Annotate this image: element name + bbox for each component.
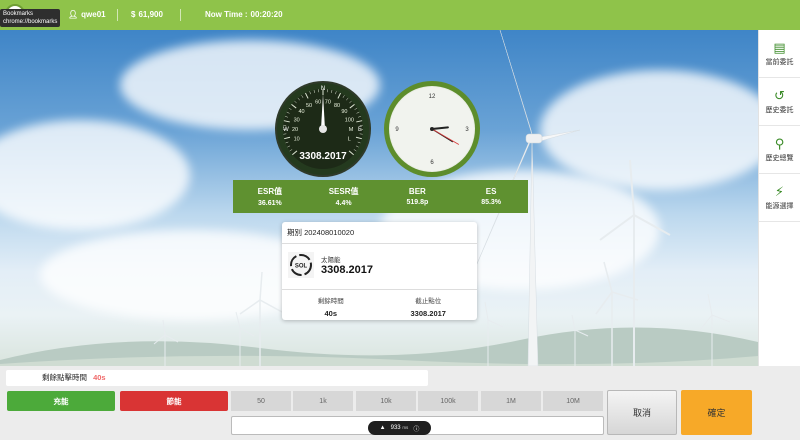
save-energy-button[interactable]: 節能 [120, 391, 228, 411]
period-label: 期別 [287, 228, 302, 237]
cutoff-point: 截止點位 3308.2017 [380, 295, 478, 318]
compass-north-label: N [321, 86, 325, 92]
compass-west-label: W [283, 127, 289, 133]
amount-button-1k[interactable]: 1k [293, 391, 353, 411]
gauge-dial: 10 20 30 405060 708090 100 ML N E W [275, 81, 371, 177]
sidebar-item-label: 歷史委託 [765, 106, 794, 114]
amount-button-10m[interactable]: 10M [543, 391, 603, 411]
clock-hub [430, 127, 434, 131]
tooltip-title: Bookmarks [3, 11, 34, 17]
gauge-scale-label: M [349, 127, 354, 133]
user-icon: 👤︎ [68, 10, 79, 19]
clock-label-12: 12 [429, 94, 436, 100]
card-header: 期別 202408010020 [282, 222, 477, 244]
metric-label: SESR值 [328, 187, 359, 196]
metric-label: ES [485, 187, 497, 196]
sidebar-item-order-history[interactable]: ↺ 歷史委託 [759, 78, 800, 126]
solar-logo-icon: SOL [288, 252, 314, 278]
sidebar-item-label: 當前委託 [765, 58, 794, 66]
gauge-scale-label: 90 [341, 109, 347, 115]
dollar-icon: $ [131, 10, 136, 19]
performance-overlay: ▲ 933 ms ⓘ [368, 421, 431, 435]
logo-text: SOL [295, 264, 308, 270]
energy-gauge: 10 20 30 40 50 60 70 80 90 100 M L N E W 3308.2017 [274, 80, 372, 178]
lightning-icon: ⚡ [774, 183, 785, 199]
countdown-label: 剩餘點擊時間 [42, 373, 87, 382]
amount-button-100k[interactable]: 100k [418, 391, 478, 411]
remaining-value: 40s [324, 309, 337, 318]
top-bar: Bookmarks chrome://bookmarks 👤︎ qwe01 $ … [0, 0, 800, 30]
perf-value: 933 ms [390, 425, 409, 431]
balance-info: $ 61,900 [131, 0, 163, 30]
gauge-scale-label: 10 [294, 137, 300, 143]
gauge-scale-label: 30 [294, 117, 300, 123]
sidebar-item-history-overview[interactable]: ⚲ 歷史總覽 [759, 126, 800, 174]
gauge-hub [319, 125, 327, 133]
cutoff-label: 截止點位 [415, 298, 442, 305]
gauge-scale-label: 60 [315, 99, 321, 105]
metric-label: BER [408, 187, 426, 196]
username: qwe01 [81, 10, 106, 19]
amount-button-10k[interactable]: 10k [356, 391, 416, 411]
charge-button[interactable]: 充能 [7, 391, 115, 411]
clipboard-icon: ▤ [773, 39, 786, 55]
energy-type: 太陽能 [321, 257, 341, 264]
remaining-label: 剩餘時間 [317, 298, 344, 305]
metric-value: 519.8p [406, 199, 429, 206]
right-sidebar: ▤ 當前委託 ↺ 歷史委託 ⚲ 歷史總覽 ⚡ 能源選擇 [758, 30, 800, 366]
compass-east-label: E [358, 127, 362, 133]
remaining-time: 剩餘時間 40s [282, 295, 380, 318]
metric-ber: BER 519.8p [381, 180, 455, 213]
metric-value: 85.3% [481, 199, 502, 206]
cancel-button[interactable]: 取消 [607, 390, 677, 435]
metric-sesr: SESR值 4.4% [307, 180, 381, 213]
map-pin-icon: ⚲ [774, 135, 785, 151]
time-info: Now Time : 00:20:20 [205, 0, 283, 30]
gauge-scale-label: 20 [292, 127, 298, 133]
period-info-card: 期別 202408010020 SOL 太陽能 3308.2017 剩餘時間 4… [282, 222, 477, 320]
time-value: 00:20:20 [250, 10, 283, 19]
click-countdown: 剩餘點擊時間 40s [6, 370, 428, 386]
amount-button-50[interactable]: 50 [231, 391, 291, 411]
gauge-readout: 3308.2017 [299, 151, 347, 162]
header-divider [117, 9, 118, 21]
history-icon: ↺ [774, 87, 785, 103]
gauge-scale-label: L [348, 137, 351, 143]
info-icon: ⓘ [413, 426, 420, 433]
time-label: Now Time : [205, 10, 248, 19]
sidebar-item-label: 歷史總覽 [765, 154, 794, 162]
mountain-icon: ▲ [379, 425, 386, 431]
sidebar-item-label: 能源選擇 [765, 202, 794, 210]
analog-clock: 12 3 6 9 [383, 80, 481, 178]
metric-es: ES 85.3% [454, 180, 528, 213]
gauge-scale-label: 40 [298, 109, 304, 115]
gauge-scale-label: 100 [345, 117, 354, 123]
bookmarks-tooltip: Bookmarks chrome://bookmarks [0, 9, 60, 27]
countdown-value: 40s [93, 373, 106, 382]
balance-value: 61,900 [138, 10, 163, 19]
amount-button-1m[interactable]: 1M [481, 391, 541, 411]
energy-value: 3308.2017 [321, 264, 373, 276]
sidebar-item-energy-select[interactable]: ⚡ 能源選擇 [759, 174, 800, 222]
gauge-scale-label: 70 [325, 99, 331, 105]
metrics-bar: ESR值 36.61% SESR值 4.4% BER 519.8p ES 85.… [233, 180, 528, 213]
metric-value: 4.4% [335, 200, 352, 207]
clock-face: 12 3 6 9 [384, 81, 480, 177]
period-value: 202408010020 [304, 228, 355, 237]
tooltip-url: chrome://bookmarks [3, 19, 58, 25]
cutoff-value: 3308.2017 [410, 309, 446, 318]
header-divider [180, 9, 181, 21]
user-info: 👤︎ qwe01 [68, 0, 106, 30]
metric-label: ESR值 [257, 187, 283, 196]
sidebar-item-current-orders[interactable]: ▤ 當前委託 [759, 30, 800, 78]
metric-value: 36.61% [258, 200, 282, 207]
gauge-scale-label: 50 [306, 103, 312, 109]
metric-esr: ESR值 36.61% [233, 180, 307, 213]
confirm-button[interactable]: 確定 [681, 390, 752, 435]
gauge-scale-label: 80 [334, 103, 340, 109]
card-footer: 剩餘時間 40s 截止點位 3308.2017 [282, 289, 477, 318]
